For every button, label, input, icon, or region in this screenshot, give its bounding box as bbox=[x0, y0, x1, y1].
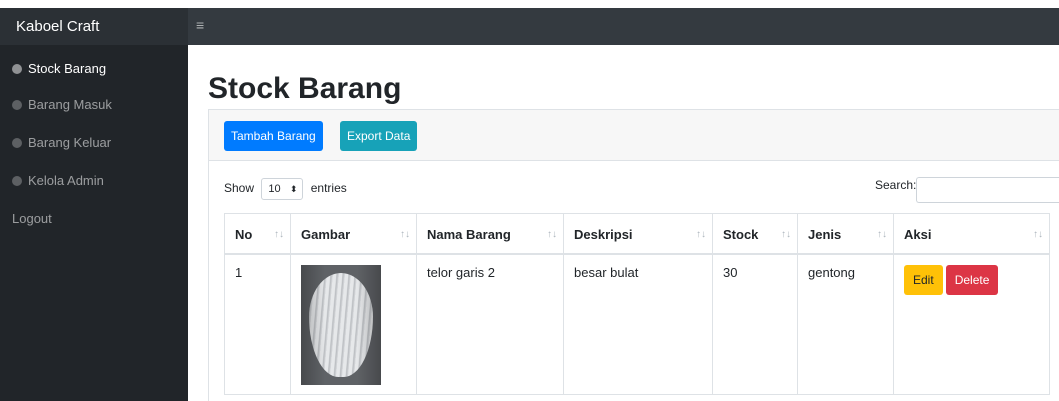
cell-jenis: gentong bbox=[798, 255, 894, 395]
sort-icon: ↑↓ bbox=[547, 229, 557, 240]
cell-stock: 30 bbox=[713, 255, 798, 395]
sidebar-item-label: Barang Keluar bbox=[28, 135, 112, 150]
cell-gambar bbox=[291, 255, 417, 395]
column-label: Stock bbox=[723, 227, 759, 242]
entries-select-value: 10 bbox=[268, 183, 281, 195]
sort-icon: ↑↓ bbox=[400, 229, 410, 240]
main-content: Stock Barang Tambah Barang Export Data S… bbox=[188, 45, 1059, 401]
cell-deskripsi: besar bulat bbox=[564, 255, 713, 395]
select-arrows-icon: ⬍ bbox=[289, 184, 298, 194]
entries-select[interactable]: 10 ⬍ bbox=[261, 178, 304, 200]
table-header-stock[interactable]: Stock ↑↓ bbox=[713, 213, 798, 255]
export-data-button[interactable]: Export Data bbox=[340, 121, 418, 151]
show-label: Show bbox=[224, 181, 255, 195]
edit-button[interactable]: Edit bbox=[904, 265, 943, 295]
sort-icon: ↑↓ bbox=[877, 229, 887, 240]
entries-length-control: Show 10 ⬍ entries bbox=[224, 178, 347, 200]
brand-name[interactable]: Kaboel Craft bbox=[0, 8, 188, 45]
delete-button[interactable]: Delete bbox=[945, 265, 999, 295]
search-input[interactable] bbox=[916, 177, 1059, 203]
sidebar-item-stock-barang[interactable]: Stock Barang bbox=[0, 51, 188, 87]
table-header-aksi[interactable]: Aksi ↑↓ bbox=[894, 213, 1050, 255]
sidebar-item-label: Logout bbox=[12, 211, 52, 226]
dashboard-icon bbox=[12, 64, 22, 74]
sidebar-item-label: Kelola Admin bbox=[28, 173, 104, 188]
table-header-gambar[interactable]: Gambar ↑↓ bbox=[291, 213, 417, 255]
table-header-jenis[interactable]: Jenis ↑↓ bbox=[798, 213, 894, 255]
sidebar-item-barang-keluar[interactable]: Barang Keluar bbox=[0, 125, 188, 161]
sidebar-item-barang-masuk[interactable]: Barang Masuk bbox=[0, 87, 188, 123]
cell-nama-barang: telor garis 2 bbox=[417, 255, 564, 395]
page-title: Stock Barang bbox=[208, 72, 402, 105]
sidebar-item-label: Barang Masuk bbox=[28, 97, 112, 112]
cell-no: 1 bbox=[224, 255, 291, 395]
dashboard-icon bbox=[12, 176, 22, 186]
column-label: Jenis bbox=[808, 227, 842, 242]
table-header-nama-barang[interactable]: Nama Barang ↑↓ bbox=[417, 213, 564, 255]
dashboard-icon bbox=[12, 100, 22, 110]
search-label: Search: bbox=[875, 178, 917, 192]
sidebar-toggle-icon[interactable]: ≡ bbox=[196, 8, 204, 45]
top-navbar: Kaboel Craft ≡ bbox=[0, 8, 1059, 45]
column-label: Nama Barang bbox=[427, 227, 511, 242]
sort-icon: ↑↓ bbox=[696, 229, 706, 240]
add-item-button[interactable]: Tambah Barang bbox=[224, 121, 323, 151]
table-header-no[interactable]: No ↑↓ bbox=[224, 213, 291, 255]
product-image bbox=[301, 265, 381, 385]
image-shading bbox=[301, 265, 381, 385]
card-header: Tambah Barang Export Data bbox=[209, 110, 1059, 161]
table-header-deskripsi[interactable]: Deskripsi ↑↓ bbox=[564, 213, 713, 255]
column-label: Deskripsi bbox=[574, 227, 633, 242]
entries-label: entries bbox=[310, 181, 347, 195]
sidebar-item-kelola-admin[interactable]: Kelola Admin bbox=[0, 163, 188, 199]
dashboard-icon bbox=[12, 138, 22, 148]
sort-icon: ↑↓ bbox=[1033, 229, 1043, 240]
column-label: No bbox=[235, 227, 253, 242]
sidebar-item-logout[interactable]: Logout bbox=[0, 201, 188, 237]
sort-icon: ↑↓ bbox=[274, 229, 284, 240]
stock-card: Tambah Barang Export Data Show 10 ⬍ entri… bbox=[208, 109, 1059, 401]
cell-aksi: Edit Delete bbox=[894, 255, 1050, 395]
sidebar-item-label: Stock Barang bbox=[28, 61, 107, 76]
column-label: Gambar bbox=[301, 227, 351, 242]
column-label: Aksi bbox=[904, 227, 932, 242]
sort-icon: ↑↓ bbox=[781, 229, 791, 240]
sidebar: Stock Barang Barang Masuk Barang Keluar … bbox=[0, 45, 188, 401]
